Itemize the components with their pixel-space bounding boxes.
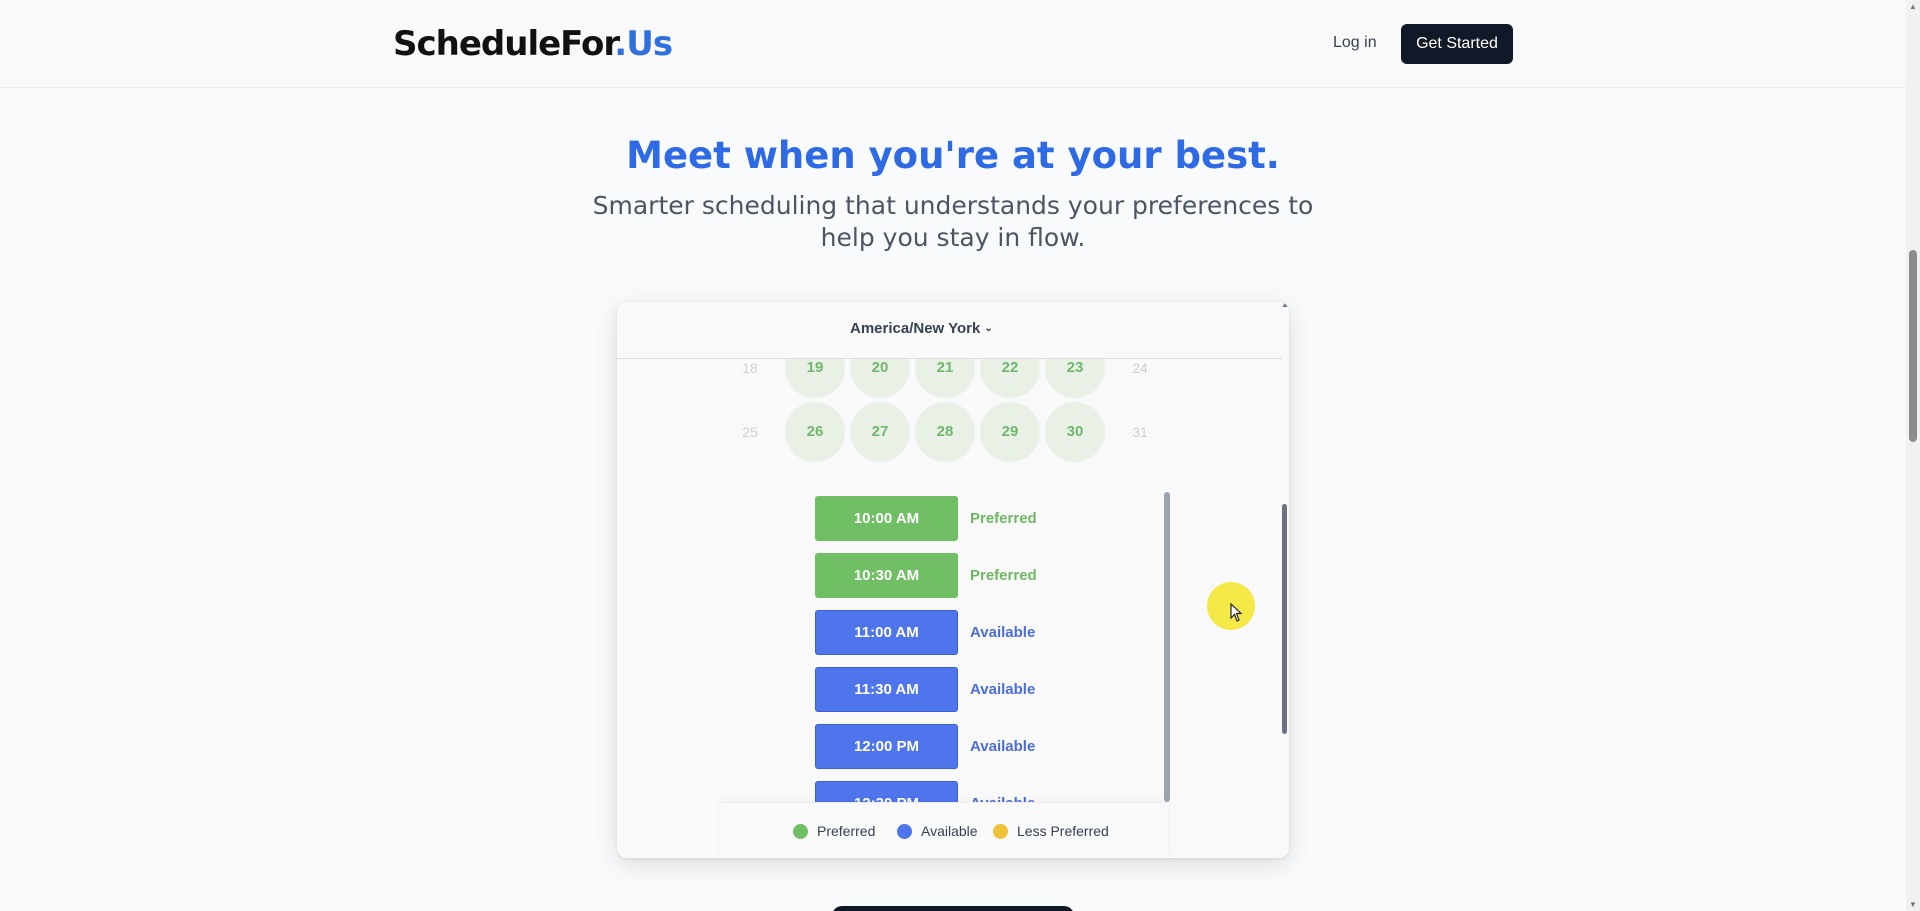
legend-available: Available — [897, 823, 978, 839]
timezone-select[interactable]: America/New York ⌄ — [850, 320, 993, 337]
calendar-week-row: 25 26 27 28 29 30 31 — [617, 402, 1289, 462]
green-dot-icon — [793, 823, 808, 839]
chevron-down-icon: ⌄ — [984, 323, 993, 334]
scroll-up-arrow-icon[interactable]: ▲ — [1281, 302, 1289, 309]
legend-label: Preferred — [817, 823, 876, 839]
timezone-bar: America/New York ⌄ — [617, 302, 1282, 359]
mouse-cursor-icon — [1230, 603, 1243, 622]
legend-label: Available — [921, 823, 978, 839]
slot-status-label: Preferred — [970, 510, 1037, 527]
slot-status-label: Available — [970, 624, 1036, 641]
time-slot-button[interactable]: 11:00 AM — [815, 610, 958, 655]
slot-status-label: Available — [970, 738, 1036, 755]
time-slot-list[interactable]: 10:00 AM Preferred 10:30 AM Preferred 11… — [617, 492, 1289, 802]
page-scrollbar[interactable]: ▲ ▼ — [1906, 0, 1920, 911]
login-link[interactable]: Log in — [1333, 34, 1377, 52]
scroll-down-arrow-icon[interactable]: ▼ — [1909, 900, 1917, 909]
legend-less-preferred: Less Preferred — [993, 823, 1109, 839]
widget-scrollbar[interactable] — [1282, 504, 1287, 734]
legend-label: Less Preferred — [1017, 823, 1109, 839]
logo-main-text: ScheduleFor — [393, 24, 615, 64]
slot-list-scrollbar[interactable] — [1164, 492, 1170, 802]
cta-button-peek[interactable] — [832, 906, 1074, 911]
calendar-day[interactable]: 26 — [785, 402, 845, 462]
slot-status-label: Available — [970, 781, 1035, 802]
calendar-day[interactable]: 27 — [850, 402, 910, 462]
slot-legend: Preferred Available Less Preferred — [721, 802, 1168, 858]
hero-subtitle: Smarter scheduling that understands your… — [592, 191, 1314, 252]
logo-accent-text: .Us — [614, 24, 673, 64]
calendar-day[interactable]: 29 — [980, 402, 1040, 462]
calendar-day-disabled: 25 — [720, 402, 780, 462]
slot-status-label: Available — [970, 681, 1036, 698]
calendar-day[interactable]: 30 — [1045, 402, 1105, 462]
time-slot-button[interactable]: 12:00 PM — [815, 724, 958, 769]
page-scrollbar-thumb[interactable] — [1909, 250, 1917, 442]
logo[interactable]: ScheduleFor.Us — [393, 24, 673, 64]
scroll-up-arrow-icon[interactable]: ▲ — [1909, 2, 1917, 11]
time-slot-button[interactable]: 10:00 AM — [815, 496, 958, 541]
time-slot-button[interactable]: 12:30 PM — [815, 781, 958, 802]
calendar-day[interactable]: 28 — [915, 402, 975, 462]
site-header: ScheduleFor.Us Log in Get Started — [0, 0, 1906, 88]
hero-title: Meet when you're at your best. — [626, 134, 1280, 177]
scheduling-widget: 18 19 20 21 22 23 24 25 26 27 28 29 30 3… — [617, 302, 1289, 858]
slot-status-label: Preferred — [970, 567, 1037, 584]
timezone-label: America/New York — [850, 320, 981, 337]
legend-preferred: Preferred — [793, 823, 875, 839]
time-slot-button[interactable]: 10:30 AM — [815, 553, 958, 598]
calendar-day-disabled: 31 — [1110, 402, 1170, 462]
get-started-button[interactable]: Get Started — [1401, 24, 1513, 64]
blue-dot-icon — [897, 823, 912, 839]
yellow-dot-icon — [993, 823, 1008, 839]
time-slot-button[interactable]: 11:30 AM — [815, 667, 958, 712]
